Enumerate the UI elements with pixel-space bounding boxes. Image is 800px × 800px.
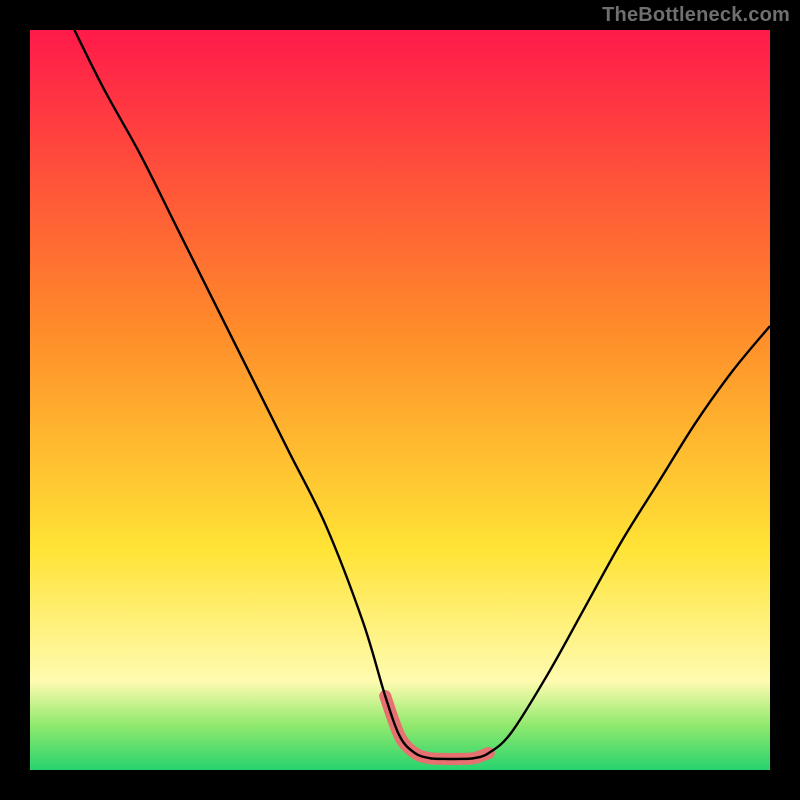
optimal-zone-highlight [385, 696, 489, 759]
bottleneck-curve [74, 30, 770, 759]
chart-frame: TheBottleneck.com [0, 0, 800, 800]
watermark-text: TheBottleneck.com [602, 4, 790, 27]
curve-layer [30, 30, 770, 770]
plot-area [30, 30, 770, 770]
